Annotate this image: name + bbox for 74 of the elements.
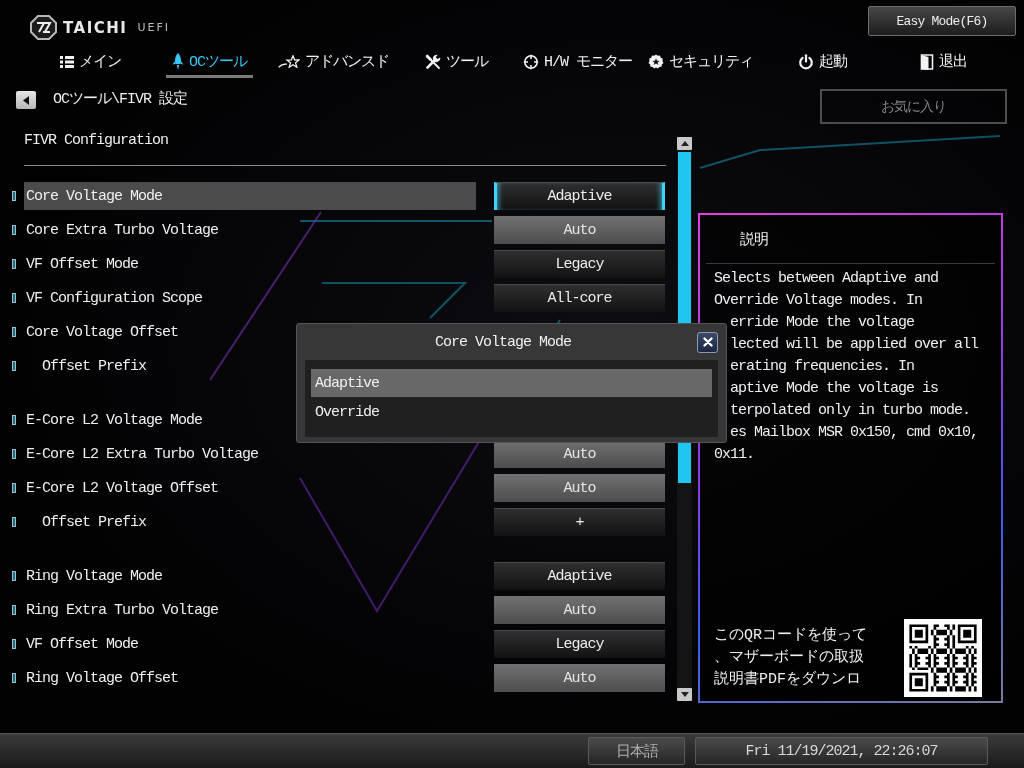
row-marker-icon	[12, 449, 16, 459]
row-marker-icon	[12, 483, 16, 493]
close-icon	[702, 337, 713, 347]
row-marker-icon	[12, 327, 16, 337]
rocket-icon	[172, 53, 184, 70]
row-marker-icon	[12, 673, 16, 683]
setting-label[interactable]: VF Offset Mode	[24, 250, 476, 278]
qr-instructions: このQRコードを使って 、マザーボードの取扱 説明書PDFをダウンロ	[714, 626, 867, 690]
row-marker-icon	[12, 191, 16, 201]
row-marker-icon	[12, 639, 16, 649]
value-field[interactable]: Auto	[494, 474, 665, 502]
setting-label[interactable]: E-Core L2 Extra Turbo Voltage	[24, 440, 476, 468]
row-marker-icon	[12, 605, 16, 615]
setting-label[interactable]: Core Extra Turbo Voltage	[24, 216, 476, 244]
section-title: FIVR Configuration	[24, 131, 169, 151]
badge-icon	[648, 53, 664, 70]
row-marker-icon	[12, 571, 16, 581]
setting-label[interactable]: Offset Prefix	[24, 508, 476, 536]
crosshair-icon	[523, 53, 539, 70]
row-marker-icon	[12, 225, 16, 235]
dropdown[interactable]: Adaptive	[494, 562, 665, 590]
date-time-display: Fri 11/19/2021, 22:26:07	[695, 737, 988, 765]
setting-label[interactable]: VF Configuration Scope	[24, 284, 476, 312]
nav-tab[interactable]: セキュリティ	[642, 48, 759, 78]
row-marker-icon	[12, 293, 16, 303]
close-button[interactable]	[697, 331, 718, 353]
value-field[interactable]: Auto	[494, 664, 665, 692]
value-field[interactable]: Auto	[494, 596, 665, 624]
row-marker-icon	[12, 415, 16, 425]
option-item[interactable]: Override	[311, 397, 712, 427]
value-field[interactable]: Auto	[494, 216, 665, 244]
logo-suffix: UEFI	[137, 20, 170, 35]
setting-label[interactable]: Ring Extra Turbo Voltage	[24, 596, 476, 624]
logo-emblem-icon	[30, 15, 57, 40]
help-title: 説明	[740, 230, 768, 249]
setting-label[interactable]: Ring Voltage Offset	[24, 664, 476, 692]
help-text: 0x11.	[714, 445, 754, 465]
dropdown[interactable]: Adaptive	[494, 182, 665, 210]
logo-wordmark: TAICHI	[63, 18, 128, 37]
back-arrow-icon	[23, 95, 29, 105]
row-marker-icon	[12, 361, 16, 371]
door-icon	[920, 53, 934, 70]
star-icon	[278, 55, 300, 68]
row-marker-icon	[12, 259, 16, 269]
row-marker-icon	[12, 517, 16, 527]
dropdown[interactable]: Legacy	[494, 250, 665, 278]
breadcrumb-path: OCツール\FIVR 設定	[53, 90, 187, 110]
help-text: erride Mode the voltage lected will be applied over all erating frequencies. In aptive Mode the voltage is terpolated only in turbo mode. es Mailbox MSR 0x150, cmd 0x10,	[730, 313, 979, 443]
scroll-down-button[interactable]	[677, 688, 692, 701]
dropdown[interactable]: Legacy	[494, 630, 665, 658]
setting-label[interactable]: E-Core L2 Voltage Offset	[24, 474, 476, 502]
setting-label[interactable]: VF Offset Mode	[24, 630, 476, 658]
nav-tab[interactable]: H/W モニター	[517, 48, 638, 78]
wrench-screwdriver-icon	[425, 53, 441, 70]
option-item[interactable]: Adaptive	[311, 369, 712, 397]
nav-tab[interactable]: 起動	[792, 48, 853, 78]
scroll-up-button[interactable]	[677, 137, 692, 150]
nav-tab[interactable]: 退出	[914, 48, 973, 78]
language-button[interactable]: 日本語	[588, 737, 685, 765]
dropdown[interactable]: All-core	[494, 284, 665, 312]
list-icon	[60, 55, 74, 68]
nav-tab[interactable]: アドバンスド	[272, 48, 395, 78]
caret-down-icon	[680, 692, 689, 697]
setting-label[interactable]: Core Voltage Mode	[24, 182, 476, 210]
dropdown[interactable]: +	[494, 508, 665, 536]
power-icon	[798, 53, 814, 70]
nav-tab[interactable]: ツール	[419, 48, 494, 78]
setting-label[interactable]: Ring Voltage Mode	[24, 562, 476, 590]
back-button[interactable]	[16, 91, 36, 109]
nav-tab[interactable]: OCツール	[166, 48, 253, 78]
nav-tab[interactable]: メイン	[54, 48, 127, 78]
caret-up-icon	[680, 141, 689, 146]
easy-mode-button[interactable]: Easy Mode(F6)	[868, 6, 1016, 36]
popup-title: Core Voltage Mode	[434, 333, 572, 351]
